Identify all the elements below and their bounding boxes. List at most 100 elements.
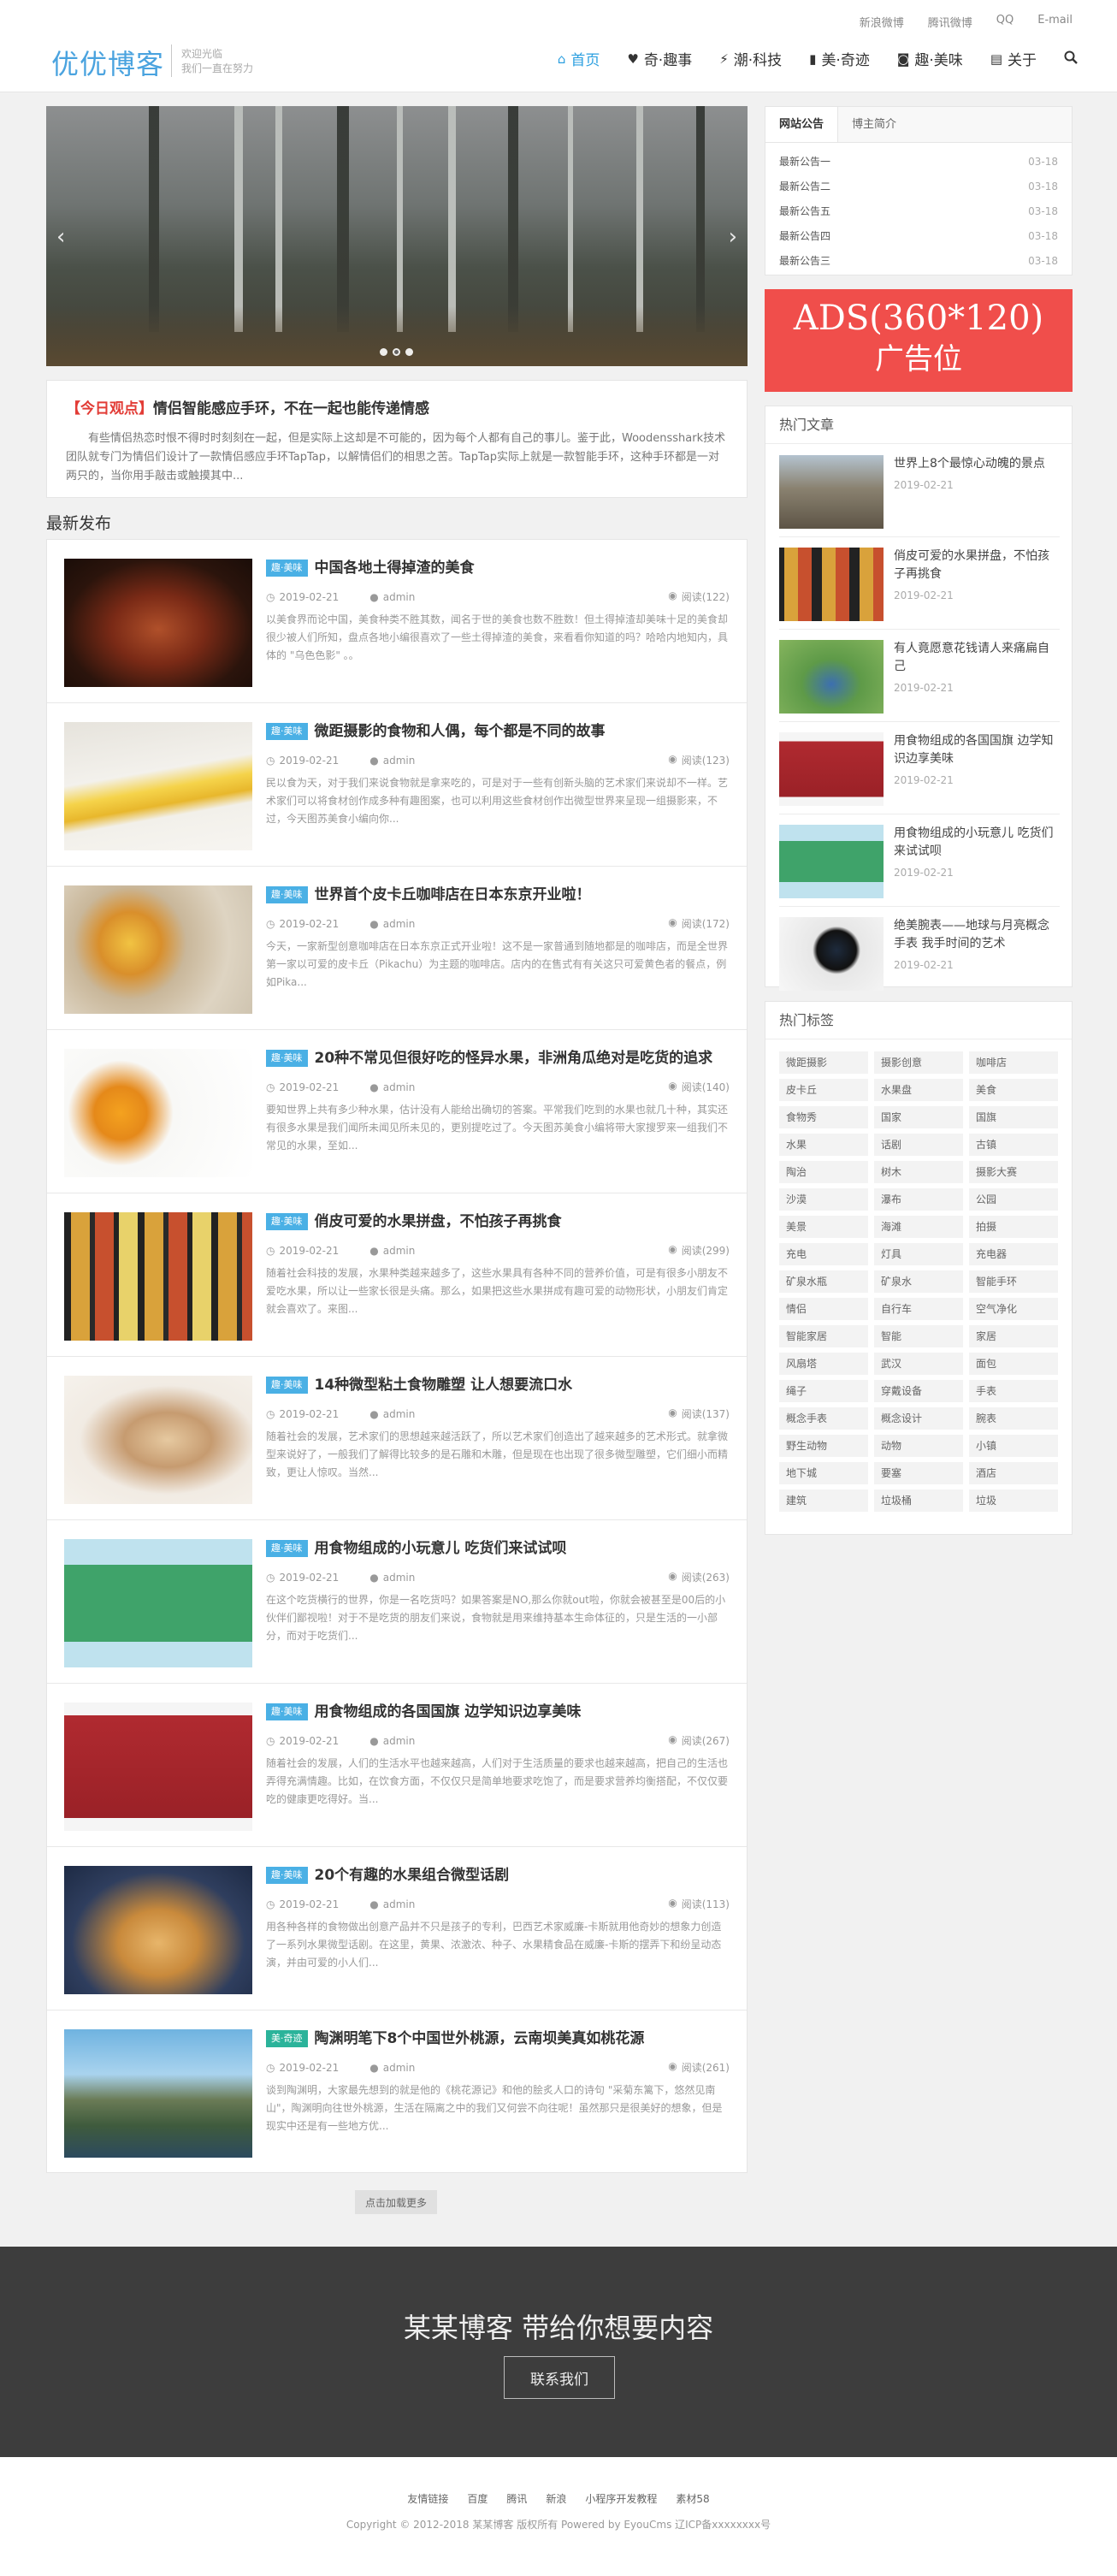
post-author[interactable]: ● admin: [369, 1572, 415, 1584]
tag-item[interactable]: 腕表: [969, 1407, 1058, 1430]
tag-item[interactable]: 国旗: [969, 1106, 1058, 1128]
category-badge[interactable]: 趣·美味: [266, 1050, 308, 1067]
post-title[interactable]: 趣·美味 中国各地土得掉渣的美食: [266, 557, 730, 579]
post-thumbnail[interactable]: [64, 1539, 252, 1667]
tag-item[interactable]: 美食: [969, 1079, 1058, 1101]
notice-item[interactable]: 最新公告四 03-18: [779, 224, 1058, 249]
tag-item[interactable]: 古镇: [969, 1134, 1058, 1156]
post-author[interactable]: ● admin: [369, 1408, 415, 1420]
tag-item[interactable]: 矿泉水瓶: [779, 1270, 868, 1293]
slider-dot[interactable]: [380, 348, 387, 356]
tag-item[interactable]: 武汉: [874, 1353, 963, 1375]
notice-item[interactable]: 最新公告五 03-18: [779, 199, 1058, 224]
hot-article-thumbnail[interactable]: [779, 640, 884, 714]
tag-item[interactable]: 酒店: [969, 1462, 1058, 1484]
tag-item[interactable]: 微距摄影: [779, 1051, 868, 1074]
post-title[interactable]: 趣·美味 20种不常见但很好吃的怪异水果，非洲角瓜绝对是吃货的追求: [266, 1047, 730, 1069]
nav-item-about[interactable]: ▤ 关于: [990, 48, 1037, 70]
tag-item[interactable]: 地下城: [779, 1462, 868, 1484]
tag-item[interactable]: 皮卡丘: [779, 1079, 868, 1101]
notice-item[interactable]: 最新公告二 03-18: [779, 175, 1058, 199]
tag-item[interactable]: 充电: [779, 1243, 868, 1265]
category-badge[interactable]: 趣·美味: [266, 1867, 308, 1884]
category-badge[interactable]: 趣·美味: [266, 723, 308, 740]
tag-item[interactable]: 自行车: [874, 1298, 963, 1320]
top-link-qq[interactable]: QQ: [996, 14, 1014, 30]
tag-item[interactable]: 穿戴设备: [874, 1380, 963, 1402]
tag-item[interactable]: 话剧: [874, 1134, 963, 1156]
chevron-left-icon[interactable]: ‹: [56, 224, 65, 250]
tag-item[interactable]: 小镇: [969, 1435, 1058, 1457]
friend-link-sucai58[interactable]: 素材58: [676, 2491, 709, 2506]
post-title[interactable]: 趣·美味 20个有趣的水果组合微型话剧: [266, 1864, 730, 1886]
post-title[interactable]: 趣·美味 用食物组成的小玩意儿 吃货们来试试呗: [266, 1537, 730, 1560]
nav-item-beauty[interactable]: ▮ 美·奇迹: [809, 48, 870, 70]
tag-item[interactable]: 摄影创意: [874, 1051, 963, 1074]
post-author[interactable]: ● admin: [369, 2062, 415, 2074]
hot-article-item[interactable]: 用食物组成的小玩意儿 吃货们来试试呗 2019-02-21: [779, 814, 1060, 907]
post-author[interactable]: ● admin: [369, 591, 415, 603]
tag-item[interactable]: 智能手环: [969, 1270, 1058, 1293]
tag-item[interactable]: 动物: [874, 1435, 963, 1457]
nav-item-tech[interactable]: ⚡ 潮·科技: [719, 48, 782, 70]
tag-item[interactable]: 智能家居: [779, 1325, 868, 1347]
tag-item[interactable]: 情侣: [779, 1298, 868, 1320]
tag-item[interactable]: 绳子: [779, 1380, 868, 1402]
category-badge[interactable]: 美·奇迹: [266, 2030, 308, 2047]
category-badge[interactable]: 趣·美味: [266, 1377, 308, 1394]
friend-link-baidu[interactable]: 百度: [467, 2491, 488, 2506]
post-thumbnail[interactable]: [64, 1703, 252, 1831]
tag-item[interactable]: 水果盘: [874, 1079, 963, 1101]
hot-article-item[interactable]: 世界上8个最惊心动魄的景点 2019-02-21: [779, 445, 1060, 537]
tag-item[interactable]: 垃圾: [969, 1489, 1058, 1512]
tag-item[interactable]: 手表: [969, 1380, 1058, 1402]
slider-dot-active[interactable]: [393, 348, 400, 356]
tag-item[interactable]: 野生动物: [779, 1435, 868, 1457]
tag-item[interactable]: 拍摄: [969, 1216, 1058, 1238]
tag-item[interactable]: 沙漠: [779, 1188, 868, 1211]
post-author[interactable]: ● admin: [369, 918, 415, 930]
chevron-right-icon[interactable]: ›: [729, 224, 737, 250]
hot-article-item[interactable]: 绝美腕表——地球与月亮概念手表 我手时间的艺术 2019-02-21: [779, 907, 1060, 999]
tab-announcements[interactable]: 网站公告: [765, 107, 839, 142]
top-link-tencent-weibo[interactable]: 腾讯微博: [928, 14, 972, 30]
top-link-email[interactable]: E-mail: [1037, 14, 1073, 30]
tag-item[interactable]: 垃圾桶: [874, 1489, 963, 1512]
tag-item[interactable]: 风扇塔: [779, 1353, 868, 1375]
category-badge[interactable]: 趣·美味: [266, 1703, 308, 1720]
tag-item[interactable]: 树木: [874, 1161, 963, 1183]
tag-item[interactable]: 水果: [779, 1134, 868, 1156]
post-thumbnail[interactable]: [64, 885, 252, 1014]
post-title[interactable]: 趣·美味 用食物组成的各国国旗 边学知识边享美味: [266, 1701, 730, 1723]
tag-item[interactable]: 摄影大赛: [969, 1161, 1058, 1183]
tag-item[interactable]: 充电器: [969, 1243, 1058, 1265]
post-thumbnail[interactable]: [64, 1049, 252, 1177]
today-heading[interactable]: 【今日观点】情侣智能感应手环，不在一起也能传递情感: [66, 396, 728, 417]
tag-item[interactable]: 灯具: [874, 1243, 963, 1265]
tag-item[interactable]: 咖啡店: [969, 1051, 1058, 1074]
post-title[interactable]: 趣·美味 微距摄影的食物和人偶，每个都是不同的故事: [266, 720, 730, 743]
tag-item[interactable]: 公园: [969, 1188, 1058, 1211]
tag-item[interactable]: 要塞: [874, 1462, 963, 1484]
post-thumbnail[interactable]: [64, 722, 252, 850]
slider-dot[interactable]: [405, 348, 413, 356]
tag-item[interactable]: 陶治: [779, 1161, 868, 1183]
post-title[interactable]: 趣·美味 世界首个皮卡丘咖啡店在日本东京开业啦！: [266, 884, 730, 906]
tag-item[interactable]: 概念手表: [779, 1407, 868, 1430]
tag-item[interactable]: 瀑布: [874, 1188, 963, 1211]
tag-item[interactable]: 矿泉水: [874, 1270, 963, 1293]
post-author[interactable]: ● admin: [369, 1898, 415, 1910]
post-title[interactable]: 美·奇迹 陶渊明笔下8个中国世外桃源，云南坝美真如桃花源: [266, 2028, 730, 2050]
hero-slider[interactable]: ‹ ›: [46, 106, 748, 366]
post-thumbnail[interactable]: [64, 1376, 252, 1504]
notice-item[interactable]: 最新公告一 03-18: [779, 150, 1058, 175]
search-button[interactable]: [1064, 50, 1078, 68]
hot-article-thumbnail[interactable]: [779, 825, 884, 898]
hot-article-item[interactable]: 俏皮可爱的水果拼盘，不怕孩子再挑食 2019-02-21: [779, 537, 1060, 630]
hot-article-thumbnail[interactable]: [779, 455, 884, 529]
category-badge[interactable]: 趣·美味: [266, 1213, 308, 1230]
post-title[interactable]: 趣·美味 俏皮可爱的水果拼盘，不怕孩子再挑食: [266, 1211, 730, 1233]
nav-item-fun[interactable]: ♥ 奇·趣事: [627, 48, 692, 70]
post-author[interactable]: ● admin: [369, 755, 415, 767]
tag-item[interactable]: 概念设计: [874, 1407, 963, 1430]
